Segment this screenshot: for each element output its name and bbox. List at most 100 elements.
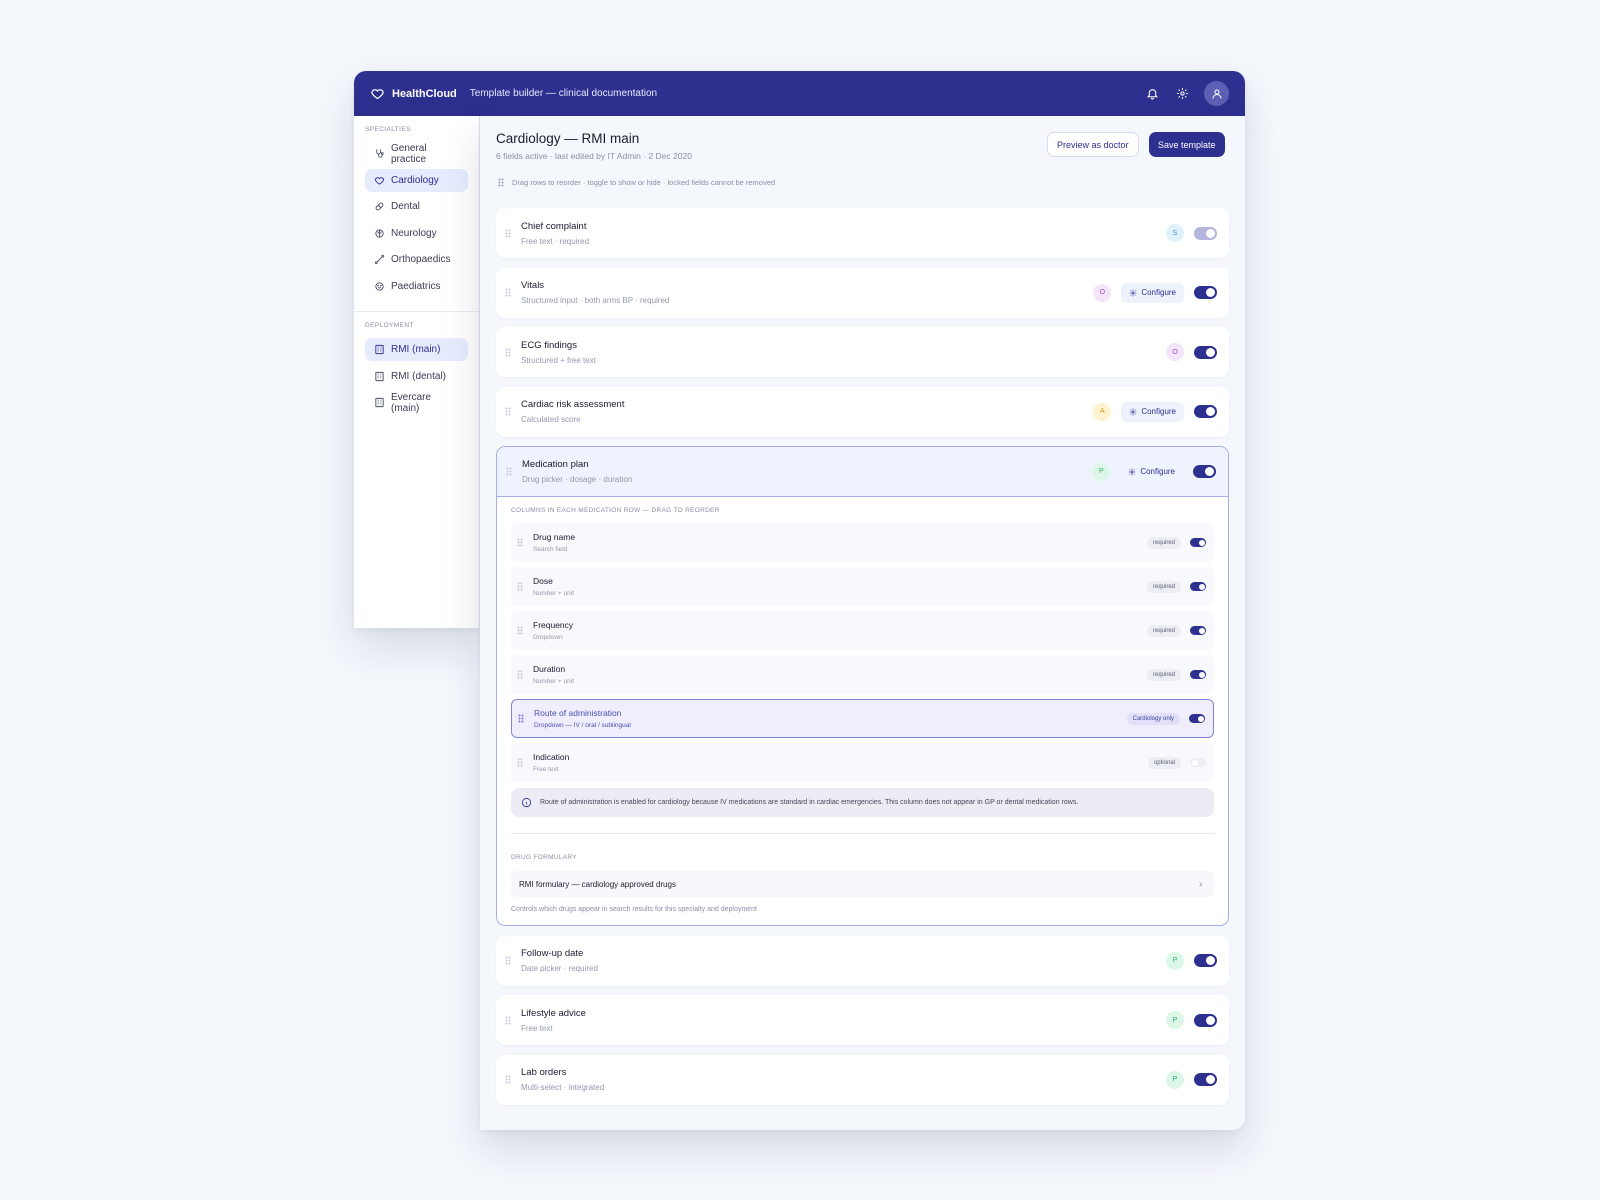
field-row-cardiac-risk-assessment[interactable]: Cardiac risk assessment Calculated score A…: [496, 386, 1229, 437]
info-icon: [521, 797, 532, 808]
drag-handle-icon[interactable]: [515, 626, 525, 636]
sidebar-item-paediatrics[interactable]: Paediatrics: [365, 275, 468, 298]
column-row-drug-name[interactable]: Drug name Search field required: [511, 523, 1214, 562]
column-toggle[interactable]: [1190, 670, 1206, 679]
visibility-toggle[interactable]: [1194, 1073, 1217, 1086]
field-name: Follow-up date: [521, 948, 584, 959]
gear-icon[interactable]: [1174, 86, 1190, 102]
column-row-route-of-administration[interactable]: Route of administration Dropdown — IV / o…: [511, 699, 1214, 738]
drag-handle-icon[interactable]: [503, 407, 513, 417]
column-toggle[interactable]: [1190, 538, 1206, 547]
field-description: Free text: [521, 1023, 553, 1033]
column-row-duration[interactable]: Duration Number + unit required: [511, 655, 1214, 694]
visibility-toggle[interactable]: [1193, 465, 1216, 478]
gear-icon: [1129, 289, 1137, 296]
sidebar-item-rmi-dental[interactable]: RMI (dental): [365, 365, 468, 388]
visibility-toggle[interactable]: [1194, 405, 1217, 418]
column-toggle[interactable]: [1190, 582, 1206, 591]
column-row-dose[interactable]: Dose Number + unit required: [511, 567, 1214, 606]
configure-label: Configure: [1141, 407, 1176, 416]
visibility-toggle[interactable]: [1194, 1013, 1217, 1027]
drag-handle-icon[interactable]: [503, 1015, 513, 1025]
visibility-toggle[interactable]: [1194, 286, 1217, 299]
drag-handle-icon[interactable]: [503, 1075, 513, 1085]
configure-button[interactable]: Configure: [1121, 401, 1184, 422]
sidebar-item-label: Dental: [391, 201, 420, 212]
deployment-section: DEPLOYMENT RMI (main) RMI (dental) Evercar…: [354, 311, 479, 428]
column-toggle[interactable]: [1190, 626, 1206, 635]
field-row-ecg-findings[interactable]: ECG findings Structured + free text O: [496, 327, 1229, 377]
save-template-button[interactable]: Save template: [1149, 132, 1225, 157]
specialties-section: SPECIALTIES General practice Cardiology De…: [354, 116, 479, 311]
drag-handle-icon[interactable]: [515, 582, 525, 592]
stethoscope-icon: [376, 149, 384, 158]
formulary-selector[interactable]: RMI formulary — cardiology approved drug…: [511, 871, 1214, 897]
brand-name: HealthCloud: [392, 87, 457, 100]
chevron-right-icon: [1199, 881, 1203, 887]
drag-handle-icon[interactable]: [503, 956, 513, 966]
sidebar-item-label: Orthopaedics: [391, 254, 451, 265]
column-description: Search field: [533, 546, 568, 553]
field-name: Lab orders: [521, 1067, 567, 1078]
column-toggle[interactable]: [1189, 714, 1205, 723]
avatar[interactable]: [1204, 81, 1229, 106]
sidebar-item-orthopaedics[interactable]: Orthopaedics: [365, 248, 468, 271]
sidebar-item-label: Paediatrics: [391, 280, 441, 292]
field-row-follow-up-date[interactable]: Follow-up date Date picker · required P: [496, 935, 1229, 986]
column-description: Dropdown: [533, 634, 563, 641]
brand[interactable]: HealthCloud: [370, 86, 457, 101]
category-badge: O: [1166, 343, 1184, 361]
baby-icon: [375, 281, 384, 291]
main-panel: Cardiology — RMI main 6 fields active · …: [480, 116, 1245, 1130]
visibility-toggle[interactable]: [1194, 226, 1217, 240]
building-icon: [375, 371, 384, 381]
sidebar-item-dental[interactable]: Dental: [365, 195, 468, 218]
configure-label: Configure: [1140, 467, 1175, 476]
building-icon: [375, 344, 384, 355]
visibility-toggle[interactable]: [1194, 954, 1217, 967]
deployment-heading: DEPLOYMENT: [365, 322, 414, 329]
drag-handle-icon[interactable]: [515, 538, 525, 548]
column-row-indication[interactable]: Indication Free text optional: [511, 743, 1214, 782]
bell-icon[interactable]: [1144, 86, 1160, 102]
column-description: Number + unit: [533, 678, 575, 685]
pill-icon: [375, 202, 384, 211]
field-description: Structured + free text: [521, 355, 596, 365]
drag-handle-icon: [498, 178, 504, 187]
drag-handle-icon[interactable]: [503, 288, 513, 298]
field-row-chief-complaint[interactable]: Chief complaint Free text · required S: [496, 208, 1229, 258]
drag-handle-icon[interactable]: [515, 670, 525, 680]
column-row-frequency[interactable]: Frequency Dropdown required: [511, 611, 1214, 650]
sidebar-item-neurology[interactable]: Neurology: [365, 222, 468, 245]
field-description: Structured input · both arms BP · requir…: [521, 296, 670, 305]
sidebar-item-rmi-main[interactable]: RMI (main): [365, 338, 468, 361]
field-description: Date picker · required: [521, 964, 598, 973]
sidebar: SPECIALTIES General practice Cardiology De…: [354, 116, 480, 628]
sidebar-item-evercare-main[interactable]: Evercare (main): [365, 391, 468, 414]
field-row-vitals[interactable]: Vitals Structured input · both arms BP · …: [496, 267, 1229, 318]
drag-handle-icon[interactable]: [516, 714, 526, 724]
column-toggle[interactable]: [1190, 758, 1206, 767]
preview-as-doctor-button[interactable]: Preview as doctor: [1047, 132, 1139, 157]
sidebar-item-cardiology[interactable]: Cardiology: [365, 168, 468, 192]
field-row-medication-plan[interactable]: Medication plan Drug picker · dosage · d…: [497, 447, 1228, 497]
formulary-note: Controls which drugs appear in search re…: [511, 906, 757, 913]
configure-button[interactable]: Configure: [1121, 282, 1184, 303]
field-row-lifestyle-advice[interactable]: Lifestyle advice Free text P: [496, 995, 1229, 1045]
sidebar-item-general-practice[interactable]: General practice: [365, 142, 468, 165]
category-badge: A: [1093, 402, 1112, 421]
sidebar-item-label: RMI (main): [391, 344, 441, 355]
category-badge: P: [1166, 1070, 1184, 1089]
sidebar-item-label: Neurology: [391, 227, 437, 239]
drag-handle-icon[interactable]: [503, 228, 513, 238]
gear-icon: [1128, 468, 1136, 475]
column-name: Duration: [533, 664, 566, 674]
category-badge: P: [1092, 462, 1111, 481]
drag-handle-icon[interactable]: [504, 467, 514, 477]
field-row-lab-orders[interactable]: Lab orders Multi-select · integrated P: [496, 1054, 1229, 1105]
drag-handle-icon[interactable]: [515, 758, 525, 768]
drag-handle-icon[interactable]: [503, 347, 513, 357]
sidebar-item-label: Cardiology: [391, 174, 439, 186]
visibility-toggle[interactable]: [1194, 345, 1217, 359]
configure-button[interactable]: Configure: [1120, 462, 1183, 482]
